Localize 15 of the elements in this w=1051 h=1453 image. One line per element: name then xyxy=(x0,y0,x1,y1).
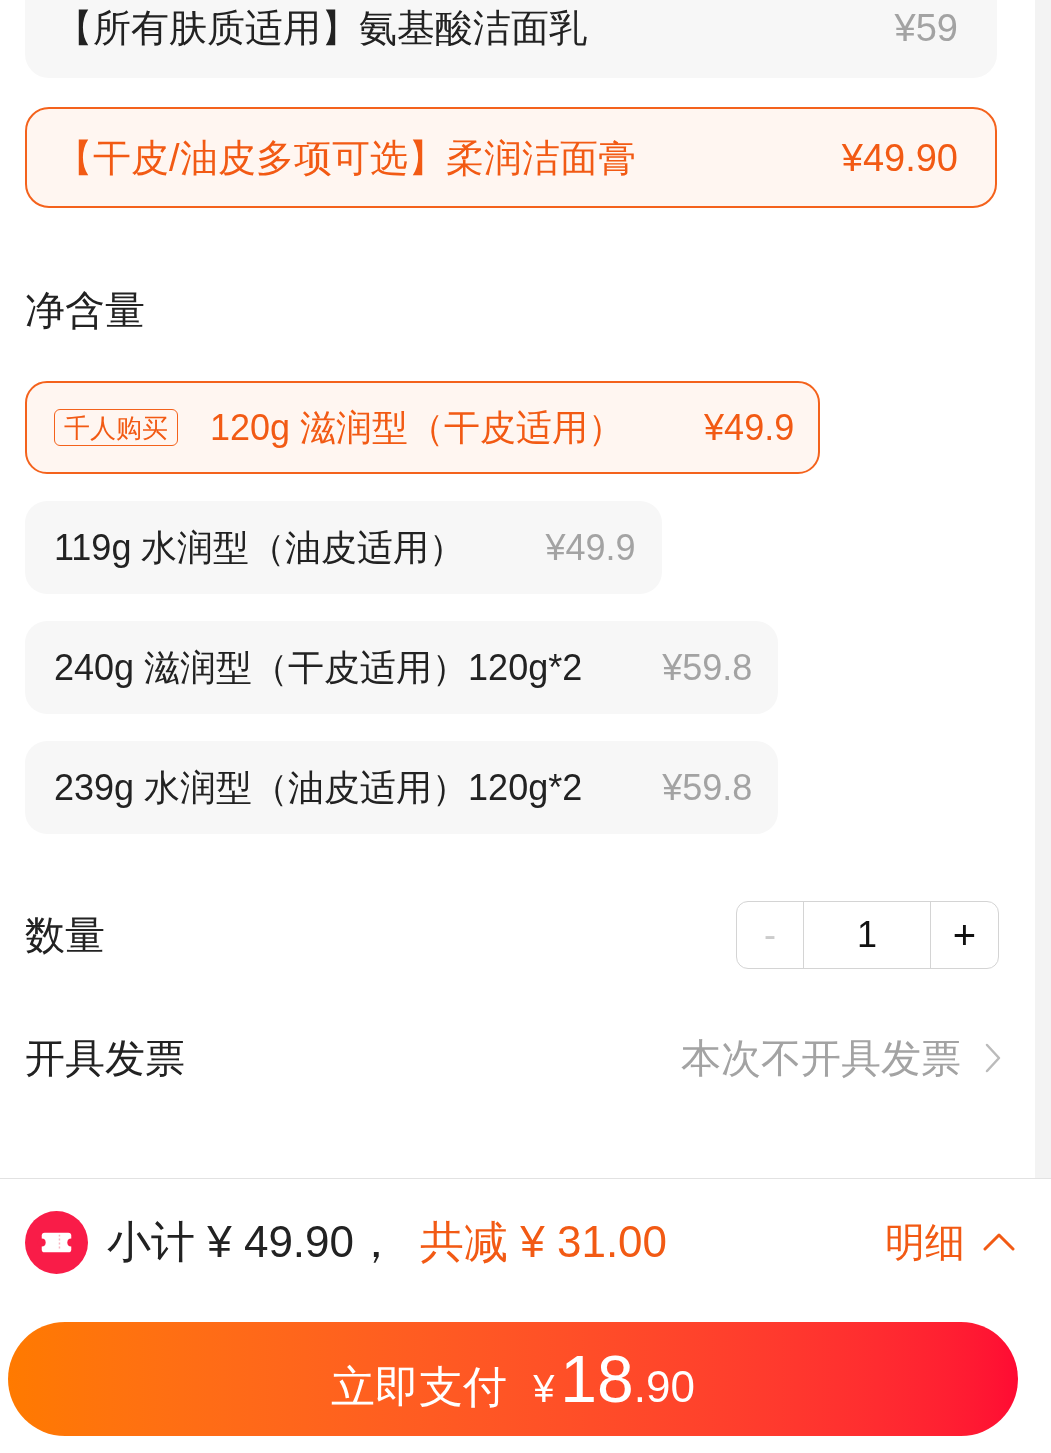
chevron-up-icon xyxy=(983,1233,1015,1251)
quantity-field[interactable]: 1 xyxy=(804,902,931,968)
style-option[interactable]: 【所有肤质适用】氨基酸洁面乳 ¥59 xyxy=(25,0,997,78)
popularity-tag: 千人购买 xyxy=(54,409,178,446)
chevron-right-icon xyxy=(985,1043,1001,1073)
size-option[interactable]: 119g 水润型（油皮适用） ¥49.9 xyxy=(25,501,662,594)
discount-text: 共减 ¥ 31.00 xyxy=(420,1220,668,1264)
size-option[interactable]: 239g 水润型（油皮适用）120g*2 ¥59.8 xyxy=(25,741,779,834)
ticket-icon xyxy=(25,1210,88,1274)
quantity-label: 数量 xyxy=(25,915,105,955)
section-label: 净含量 xyxy=(25,287,145,334)
subtotal-text: 小计 ¥ 49.90， xyxy=(107,1220,399,1264)
increase-button[interactable]: + xyxy=(931,902,998,968)
invoice-label: 开具发票 xyxy=(25,1038,185,1078)
size-option[interactable]: 240g 滋润型（干皮适用）120g*2 ¥59.8 xyxy=(25,621,779,714)
